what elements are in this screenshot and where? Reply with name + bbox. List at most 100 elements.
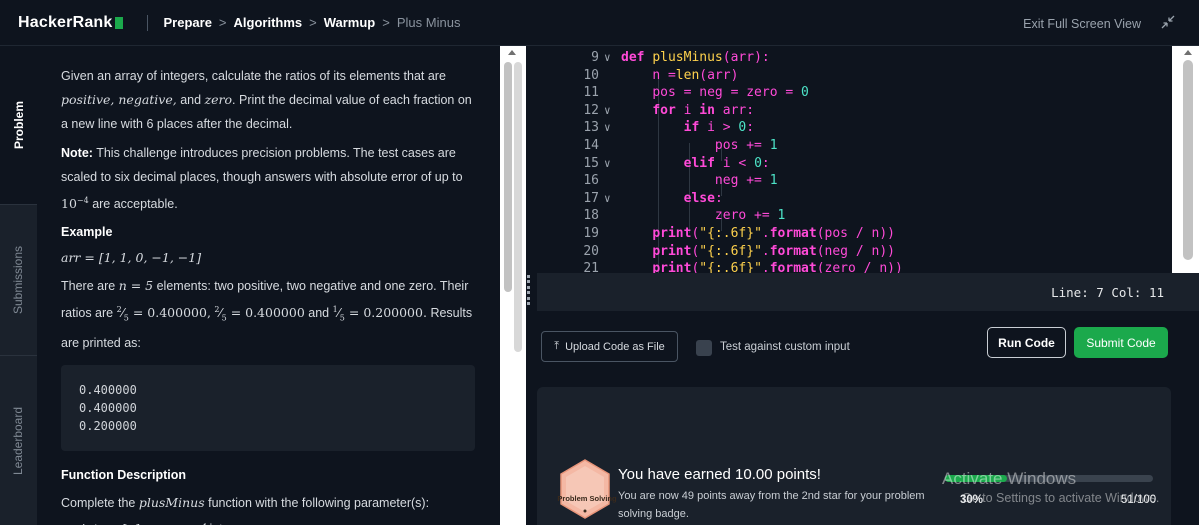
param-description: : an array of integers: [139, 517, 254, 525]
windows-watermark-title: Activate Windows: [942, 469, 1077, 488]
breadcrumb-prepare[interactable]: Prepare: [164, 15, 212, 30]
fraction-3: 1⁄5 = 0.200000.: [332, 305, 427, 323]
frac1-val: = 0.400000,: [132, 305, 211, 321]
frac1-den: 5: [123, 313, 129, 323]
tab-submissions-label: Submissions: [11, 245, 26, 315]
chevron-right-icon: >: [382, 15, 390, 30]
output-line: 0.200000: [79, 418, 137, 433]
intro-and: and: [180, 93, 202, 107]
tab-problem[interactable]: Problem: [0, 46, 37, 204]
editor-scrollbar[interactable]: [1172, 46, 1199, 273]
header-divider: [146, 14, 148, 31]
top-bar: HackerRank Prepare > Algorithms > Warmup…: [0, 0, 1199, 46]
logo-mark-icon: [114, 16, 123, 29]
func-desc-text-2: function with the following parameter(s)…: [208, 495, 430, 510]
example-array: arr = [1, 1, 0, −1, −1]: [61, 250, 202, 266]
scroll-up-arrow-icon[interactable]: [1184, 50, 1192, 55]
code-line: 13 ∨ if i > 0:: [583, 120, 755, 136]
problem-statement: Given an array of integers, calculate th…: [37, 46, 499, 525]
scrollbar-thumb-outer[interactable]: [514, 62, 522, 352]
tab-submissions[interactable]: Submissions: [0, 205, 37, 355]
intro-text: Given an array of integers, calculate th…: [61, 69, 446, 83]
upload-icon: ⤒: [554, 340, 560, 352]
note-power: 10−4: [61, 196, 89, 211]
points-earned-title: You have earned 10.00 points!: [618, 466, 821, 483]
breadcrumb-current: Plus Minus: [396, 15, 461, 30]
breadcrumb-warmup[interactable]: Warmup: [324, 15, 376, 30]
scrollbar-thumb[interactable]: [504, 62, 512, 292]
frac3-den: 5: [339, 313, 345, 323]
code-editor[interactable]: 9 ∨ def plusMinus(arr): 10 n =len(arr) 11 …: [537, 46, 1172, 273]
code-line: 16 neg += 1: [583, 173, 778, 189]
code-line: 11 pos = neg = zero = 0: [583, 85, 809, 101]
sample-output-block: 0.400000 0.400000 0.200000: [61, 364, 475, 451]
side-tabs: Problem Submissions Leaderboard: [0, 46, 37, 525]
example-title: Example: [61, 225, 113, 240]
frac1-num: 2: [116, 305, 122, 315]
frac2-den: 5: [221, 313, 227, 323]
editor-status-bar: Line: 7 Col: 11: [537, 273, 1199, 311]
exit-fullscreen-link[interactable]: Exit Full Screen View: [1023, 17, 1141, 31]
param-list-item: int arr[n]: an array of integers: [61, 517, 475, 525]
hackerrank-logo[interactable]: HackerRank: [18, 14, 123, 32]
intro-zero: zero: [204, 92, 233, 107]
editor-actions: ⤒ Upload Code as File Test against custo…: [537, 311, 1199, 377]
breadcrumb-algorithms[interactable]: Algorithms: [234, 15, 303, 30]
run-code-button[interactable]: Run Code: [987, 327, 1066, 358]
problem-scrollbar[interactable]: [500, 46, 526, 525]
func-desc-text: Complete the: [61, 495, 136, 510]
explain-n: n = 5: [118, 278, 154, 294]
note-label: Note:: [61, 146, 93, 160]
code-line: 14 pos += 1: [583, 138, 778, 153]
windows-watermark-subtitle: Go to Settings to activate Windows.: [962, 491, 1160, 505]
custom-input-label[interactable]: Test against custom input: [720, 341, 850, 353]
problem-solving-badge-icon: [560, 459, 610, 519]
code-line: 15 ∨ elif i < 0:: [583, 155, 770, 171]
function-description-title: Function Description: [61, 467, 186, 482]
explain-and: and: [308, 306, 330, 321]
frac2-val: = 0.400000: [230, 305, 305, 321]
output-line: 0.400000: [79, 382, 137, 397]
tab-leaderboard[interactable]: Leaderboard: [0, 356, 37, 525]
chevron-right-icon: >: [309, 15, 317, 30]
scrollbar-thumb[interactable]: [1183, 60, 1193, 260]
note-text: This challenge introduces precision prob…: [61, 146, 463, 184]
code-line: 19 print("{:.6f}".format(pos / n)): [583, 226, 895, 241]
note-pow-base: 10: [61, 196, 77, 212]
frac3-val: = 0.200000.: [348, 305, 427, 321]
cursor-position: Line: 7 Col: 11: [1051, 285, 1164, 300]
frac2-num: 2: [214, 305, 220, 315]
fraction-1: 2⁄5 = 0.400000,: [116, 305, 211, 323]
note-pow-exp: −4: [76, 196, 89, 205]
note-end: are acceptable.: [92, 197, 178, 212]
output-line: 0.400000: [79, 400, 137, 415]
badge-label: Problem Solving: [557, 494, 617, 503]
code-line: 18 zero += 1: [583, 208, 786, 224]
code-line: 9 ∨ def plusMinus(arr):: [591, 50, 770, 65]
frac3-num: 1: [332, 305, 338, 315]
code-line: 12 ∨ for i in arr:: [583, 102, 755, 118]
code-line: 10 n =len(arr): [583, 67, 739, 83]
explain-text: There are: [61, 279, 116, 294]
submit-code-button[interactable]: Submit Code: [1074, 327, 1168, 358]
custom-input-checkbox[interactable]: [696, 340, 712, 356]
func-name: plusMinus: [138, 494, 205, 510]
upload-label: Upload Code as File: [565, 340, 665, 353]
code-line: 21 print("{:.6f}".format(zero / n)): [583, 261, 903, 273]
upload-code-button[interactable]: ⤒ Upload Code as File: [541, 331, 678, 362]
chevron-right-icon: >: [218, 15, 227, 30]
example-explanation: There are n = 5 elements: two positive, …: [61, 274, 475, 355]
logo-text: HackerRank: [18, 13, 113, 31]
exit-fullscreen-icon[interactable]: [1161, 15, 1175, 29]
scroll-up-arrow-icon[interactable]: [508, 50, 516, 55]
code-line: 20 print("{:.6f}".format(neg / n)): [583, 243, 895, 259]
problem-note: Note: This challenge introduces precisio…: [61, 141, 475, 216]
tab-leaderboard-label: Leaderboard: [11, 406, 26, 475]
panel-resize-handle-icon[interactable]: [527, 275, 534, 305]
function-description: Complete the plusMinus function with the…: [61, 491, 475, 515]
tab-problem-label: Problem: [11, 100, 26, 150]
problem-intro: Given an array of integers, calculate th…: [61, 64, 475, 136]
fraction-2: 2⁄5 = 0.400000: [214, 305, 305, 323]
param-signature: int arr[n]: [81, 517, 139, 525]
intro-terms: positive, negative,: [61, 92, 177, 107]
